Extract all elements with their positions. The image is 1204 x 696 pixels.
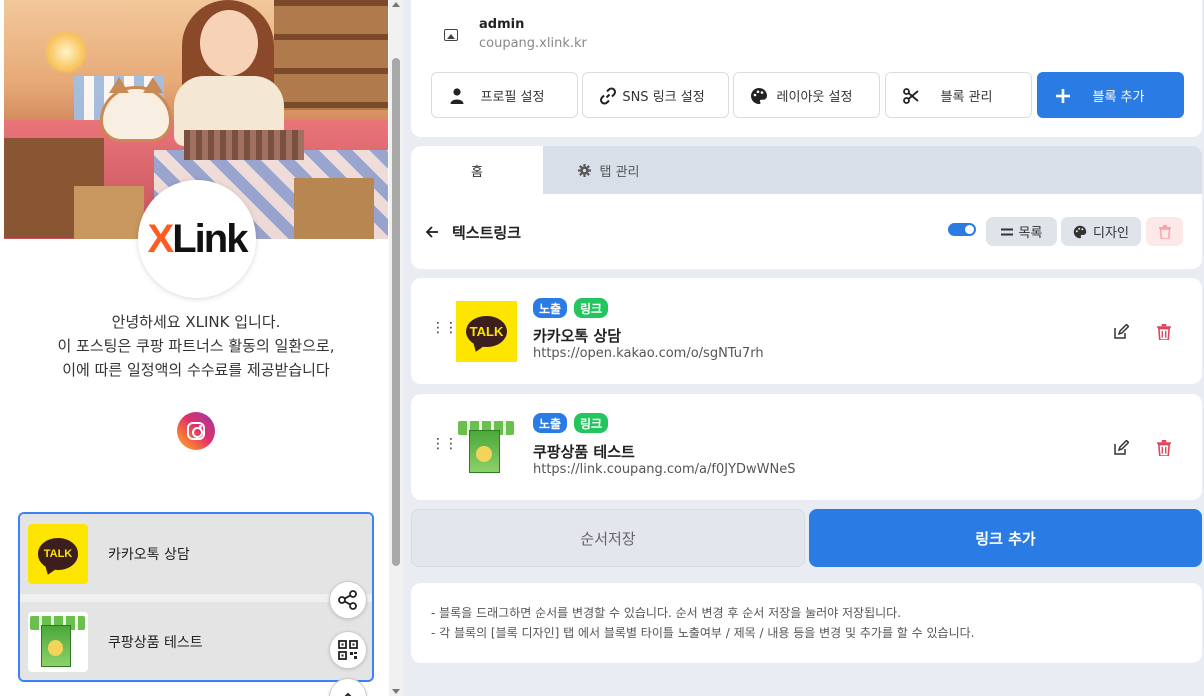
profile-settings-button[interactable]: 프로필 설정	[431, 72, 578, 118]
visible-badge: 노출	[533, 413, 568, 433]
help-note: - 블록을 드래그하면 순서를 변경할 수 있습니다. 순서 변경 후 순서 저…	[431, 606, 902, 620]
block-url: https://link.coupang.com/a/f0JYDwWNeS	[533, 462, 796, 477]
tab-bar: 홈 탭 관리	[411, 146, 1202, 194]
logo-text-link: Link	[172, 216, 248, 261]
kakao-talk-icon-text: TALK	[37, 538, 79, 570]
drag-handle-icon[interactable]: ⋮⋮	[431, 321, 458, 335]
button-label: 레이아웃 설정	[776, 89, 853, 105]
kakao-talk-icon: TALK	[28, 524, 88, 584]
button-label: 프로필 설정	[480, 89, 545, 105]
preview-link-item[interactable]: TALK 카카오톡 상담	[20, 514, 372, 594]
product-image	[456, 417, 517, 478]
palette-icon	[750, 87, 768, 105]
help-note: - 각 블록의 [블록 디자인] 탭 에서 블록별 타이틀 노출여부 / 제목 …	[431, 626, 975, 640]
block-title: 쿠팡상품 테스트	[533, 443, 635, 461]
preview-link-item[interactable]: 쿠팡상품 테스트	[20, 602, 372, 680]
product-image	[28, 612, 88, 672]
list-view-button[interactable]: 목록	[986, 217, 1057, 246]
trash-icon	[1158, 224, 1171, 239]
profile-logo: X Link	[138, 180, 256, 298]
drag-handle-icon[interactable]: ⋮⋮	[431, 437, 458, 451]
button-label: 블록 관리	[940, 89, 993, 105]
mobile-preview-panel: X Link 안녕하세요 XLINK 입니다. 이 포스팅은 쿠팡 파트너스 활동…	[0, 0, 403, 696]
block-visibility-toggle[interactable]	[948, 223, 976, 236]
sns-link-settings-button[interactable]: SNS 링크 설정	[582, 72, 729, 118]
scissors-icon	[902, 87, 920, 105]
block-url: https://open.kakao.com/o/sgNTu7rh	[533, 346, 764, 361]
account-name: admin	[479, 17, 525, 32]
palette-icon	[1073, 225, 1087, 238]
edit-icon[interactable]	[1113, 323, 1130, 340]
intro-line: 이 포스팅은 쿠팡 파트너스 활동의 일환으로,	[57, 337, 335, 355]
preview-link-label: 쿠팡상품 테스트	[108, 635, 203, 651]
preview-scrollbar[interactable]	[389, 0, 403, 696]
trash-icon[interactable]	[1157, 440, 1171, 457]
layout-settings-button[interactable]: 레이아웃 설정	[733, 72, 880, 118]
design-label: 디자인	[1093, 226, 1129, 241]
intro-line: 안녕하세요 XLINK 입니다.	[111, 313, 281, 331]
gear-icon	[578, 163, 592, 177]
tab-home[interactable]: 홈	[411, 146, 543, 194]
tab-manage[interactable]: 탭 관리	[543, 146, 675, 194]
intro-line: 이에 따른 일정액의 수수료를 제공받습니다	[62, 361, 330, 379]
button-label: 블록 추가	[1092, 89, 1145, 105]
tab-label: 탭 관리	[599, 164, 640, 180]
trash-icon[interactable]	[1157, 324, 1171, 341]
account-url: coupang.xlink.kr	[479, 36, 587, 51]
tab-label: 홈	[471, 164, 483, 180]
link-block[interactable]	[411, 278, 1202, 384]
scrollbar-thumb[interactable]	[392, 58, 400, 566]
scroll-down-arrow-icon[interactable]	[392, 689, 400, 694]
add-link-button[interactable]: 링크 추가	[809, 509, 1202, 567]
scroll-up-arrow-icon[interactable]	[392, 2, 400, 7]
qr-code-icon[interactable]	[329, 631, 367, 669]
link-block[interactable]	[411, 394, 1202, 500]
link-badge: 링크	[574, 413, 609, 433]
plus-icon	[1054, 87, 1072, 105]
link-badge: 링크	[574, 298, 609, 318]
link-icon	[599, 87, 617, 105]
help-notes	[411, 583, 1202, 663]
back-arrow-icon[interactable]	[425, 224, 439, 243]
kakao-talk-icon-text: TALK	[465, 315, 508, 348]
share-icon[interactable]	[329, 581, 367, 619]
logo-text-x: X	[147, 216, 175, 261]
preview-link-list: TALK 카카오톡 상담 쿠팡상품 테스트	[18, 512, 374, 682]
visible-badge: 노출	[533, 298, 568, 318]
instagram-icon[interactable]	[177, 412, 215, 450]
button-label: SNS 링크 설정	[622, 89, 705, 105]
profile-intro: 안녕하세요 XLINK 입니다. 이 포스팅은 쿠팡 파트너스 활동의 일환으로…	[4, 310, 388, 382]
delete-block-button[interactable]	[1146, 217, 1183, 246]
list-icon	[1000, 228, 1013, 235]
block-editor-title: 텍스트링크	[452, 224, 522, 242]
edit-icon[interactable]	[1113, 439, 1130, 456]
kakao-talk-icon: TALK	[456, 301, 517, 362]
list-view-label: 목록	[1018, 226, 1043, 241]
image-icon	[444, 29, 458, 41]
user-icon	[448, 87, 466, 105]
add-block-button[interactable]: 블록 추가	[1037, 72, 1184, 118]
save-order-button[interactable]: 순서저장	[411, 509, 805, 567]
block-title: 카카오톡 상담	[533, 327, 622, 345]
preview-link-label: 카카오톡 상담	[108, 547, 190, 563]
block-manage-button[interactable]: 블록 관리	[885, 72, 1032, 118]
design-button[interactable]: 디자인	[1061, 217, 1141, 246]
